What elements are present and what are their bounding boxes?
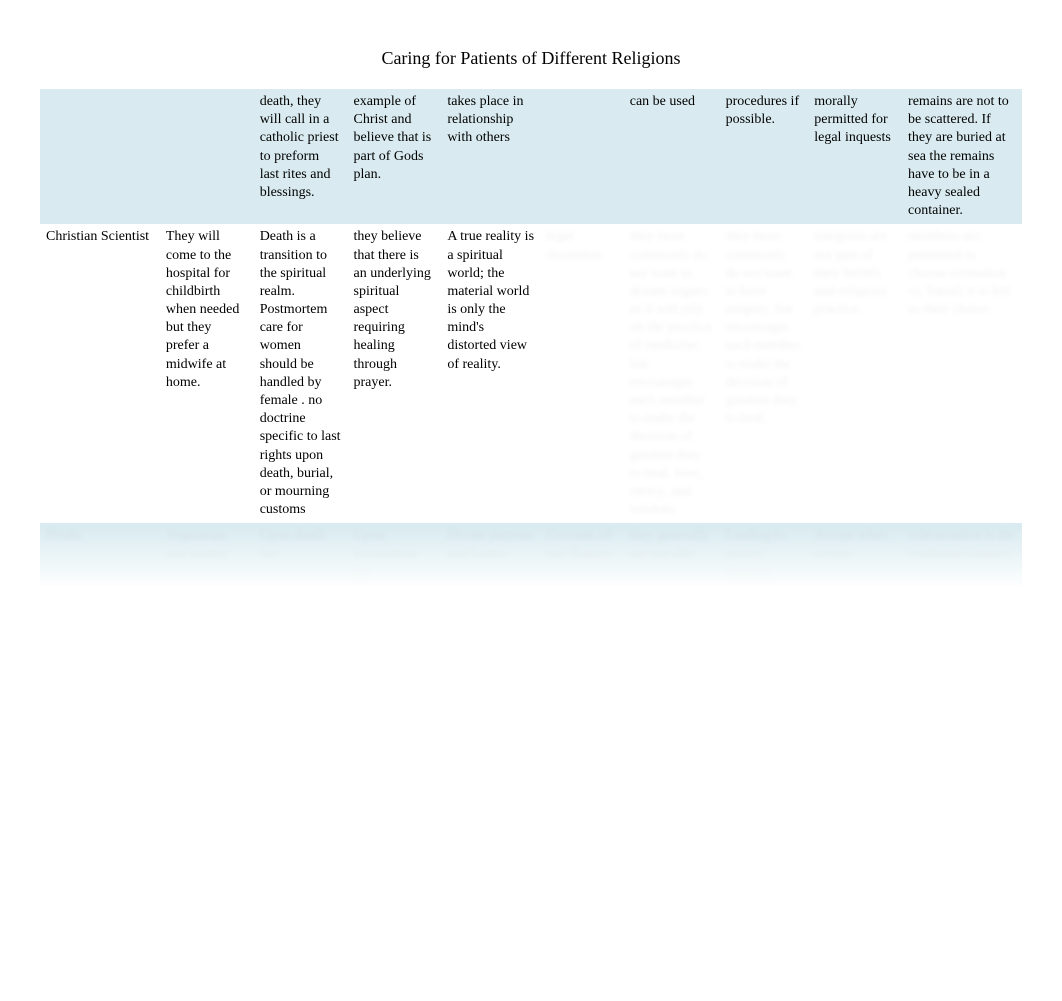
cell: legal discretion: [540, 224, 623, 523]
cell: Accept when accept: [808, 523, 902, 586]
cell: Hindu: [40, 523, 160, 586]
table-row: death, they will call in a catholic prie…: [40, 89, 1022, 224]
table-container: death, they will call in a catholic prie…: [40, 89, 1022, 586]
cell: autopsies are not part of their beliefs …: [808, 224, 902, 523]
cell: Upon incarnation the: [348, 523, 442, 586]
cell: takes place in relationship with others: [441, 89, 540, 224]
table-row: Hindu Vegetarian and fasting Upon death …: [40, 523, 1022, 586]
cell: They will come to the hospital for child…: [160, 224, 254, 523]
cell: [40, 89, 160, 224]
cell: [540, 89, 623, 224]
cell: morally permitted for legal inquests: [808, 89, 902, 224]
cell: Upon death last: [254, 523, 348, 586]
cell: [160, 89, 254, 224]
cell: remains are not to be scattered. If they…: [902, 89, 1022, 224]
cell: they believe that there is an underlying…: [348, 224, 442, 523]
cell: death, they will call in a catholic prie…: [254, 89, 348, 224]
page-title: Caring for Patients of Different Religio…: [0, 0, 1062, 89]
table-row: Christian Scientist They will come to th…: [40, 224, 1022, 523]
religion-table: death, they will call in a catholic prie…: [40, 89, 1022, 586]
cell: can be used: [624, 89, 720, 224]
cell: Divine purpose and karma: [441, 523, 540, 586]
cell: they most commonly do not want to have s…: [720, 224, 809, 523]
cell: A true reality is a spiritual world; the…: [441, 224, 540, 523]
cell: Leading to prayer; decision: [720, 523, 809, 586]
cell: Death is a transition to the spiritual r…: [254, 224, 348, 523]
cell: example of Christ and believe that is pa…: [348, 89, 442, 224]
cell: they generally are not able: [624, 523, 720, 586]
cell: Coconut oil and flowers: [540, 523, 623, 586]
cell: members are permitted to choose crematio…: [902, 224, 1022, 523]
cell-religion-name: Christian Scientist: [40, 224, 160, 523]
cell: reincarnation is the continued journey;: [902, 523, 1022, 586]
cell: they most commonly do not want to donate…: [624, 224, 720, 523]
cell: Vegetarian and fasting: [160, 523, 254, 586]
cell: procedures if possible.: [720, 89, 809, 224]
